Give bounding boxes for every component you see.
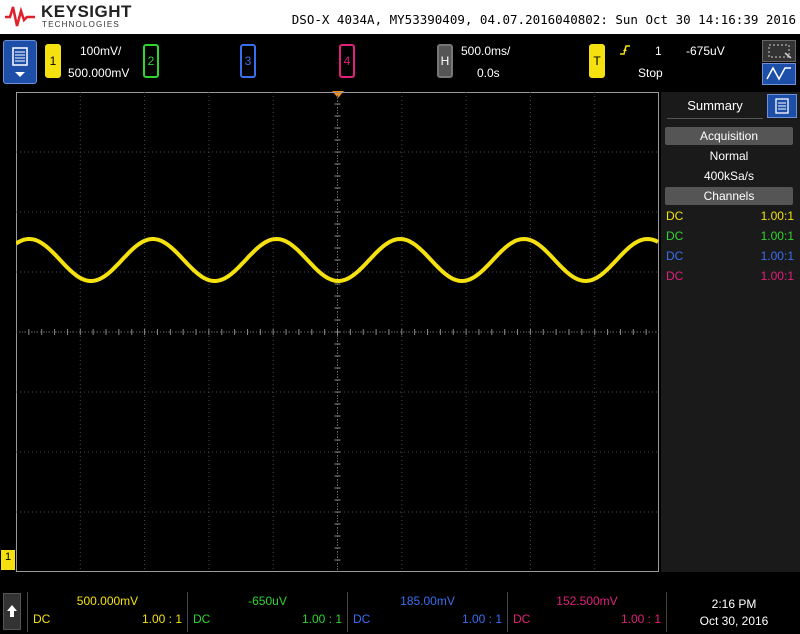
trigger-level: -675uV [686,44,725,58]
main-menu-button[interactable] [3,40,37,84]
bottom-channel-2[interactable]: -650uV DC 1.00 : 1 [187,592,347,632]
channel-1-ground-marker[interactable]: 1 [1,550,15,570]
bottom-channel-4[interactable]: 152.500mV DC 1.00 : 1 [507,592,667,632]
sample-rate: 400kSa/s [703,169,755,183]
keysight-logo-icon [5,6,35,27]
offset: -650uV [248,594,287,608]
coupling: DC [33,612,51,626]
probe-ratio: 1.00 : 1 [461,612,502,626]
horizontal-button[interactable]: H [437,44,453,78]
channel-2-label: 2 [147,54,155,68]
probe-ratio: 1.00 : 1 [301,612,342,626]
clock-time: 2:16 PM [711,597,757,611]
tab-summary-label: Summary [687,98,743,113]
offset: 500.000mV [76,594,139,608]
timebase-value: 500.0ms/ [461,44,511,58]
channel-4-button[interactable]: 4 [339,44,355,78]
scroll-up-button[interactable] [3,593,21,630]
side-panel: Summary Acquisition Normal 400kSa/s Chan… [661,92,800,572]
coupling: DC [513,612,531,626]
touch-mode-button[interactable] [762,63,796,85]
bottom-channel-3[interactable]: 185.00mV DC 1.00 : 1 [347,592,507,632]
channel-summary-row: DC 1.00:1 [661,206,800,226]
offset: 185.00mV [400,594,455,608]
probe-ratio: 1.00 : 1 [141,612,182,626]
probe-ratio: 1.00 : 1 [620,612,661,626]
channel-3-label: 3 [244,54,252,68]
coupling: DC [193,612,211,626]
probe-ratio: 1.00:1 [760,229,794,243]
offset: 152.500mV [556,594,618,608]
channel-3-button[interactable]: 3 [240,44,256,78]
channel-summary-row: DC 1.00:1 [661,226,800,246]
horizontal-label: H [440,54,450,68]
panel-menu-button[interactable] [767,94,797,118]
brand-subtitle: TECHNOLOGIES [42,20,120,29]
arrow-up-icon [7,605,17,617]
ground-marker-label: 1 [4,551,12,563]
channels-header[interactable]: Channels [665,187,793,205]
bottom-channel-1[interactable]: 500.000mV DC 1.00 : 1 [27,592,187,632]
title-bar: KEYSIGHT TECHNOLOGIES DSO-X 4034A, MY533… [0,0,800,34]
list-icon [775,98,789,114]
tab-summary[interactable]: Summary [667,94,763,119]
instrument-info: DSO-X 4034A, MY53390409, 04.07.201604080… [291,12,796,27]
channel-4-label: 4 [343,54,351,68]
trigger-button[interactable]: T [589,44,605,78]
coupling: DC [353,612,371,626]
zoom-select-button[interactable] [762,40,796,62]
trigger-label: T [593,54,601,68]
clock-date: Oct 30, 2016 [699,614,769,628]
coupling: DC [666,249,684,263]
probe-ratio: 1.00:1 [760,249,794,263]
probe-ratio: 1.00:1 [760,269,794,283]
coupling: DC [666,209,684,223]
delay-value: 0.0s [477,66,500,80]
run-status: Stop [638,66,663,80]
channel-1-offset: 500.000mV [68,66,130,80]
rising-edge-trigger-icon [620,45,630,55]
zoom-box-icon [768,44,792,59]
channel-1-scale: 100mV/ [80,44,122,58]
acquisition-header[interactable]: Acquisition [665,127,793,145]
coupling: DC [666,229,684,243]
brand-name: KEYSIGHT [41,2,132,21]
channel-2-button[interactable]: 2 [143,44,159,78]
channel-summary-row: DC 1.00:1 [661,266,800,286]
channel-summary-list: DC 1.00:1 DC 1.00:1 DC 1.00:1 DC 1.00:1 [661,206,800,286]
menu-icon [12,47,28,77]
acquisition-mode: Normal [709,149,749,163]
waveform-display[interactable] [14,91,659,573]
trigger-source: 1 [655,44,662,58]
probe-ratio: 1.00:1 [760,209,794,223]
waveform-touch-icon [766,66,791,81]
channel-summary-row: DC 1.00:1 [661,246,800,266]
coupling: DC [666,269,684,283]
channel-1-button[interactable]: 1 [45,44,61,78]
graticule [14,91,659,573]
channel-1-label: 1 [49,54,57,68]
